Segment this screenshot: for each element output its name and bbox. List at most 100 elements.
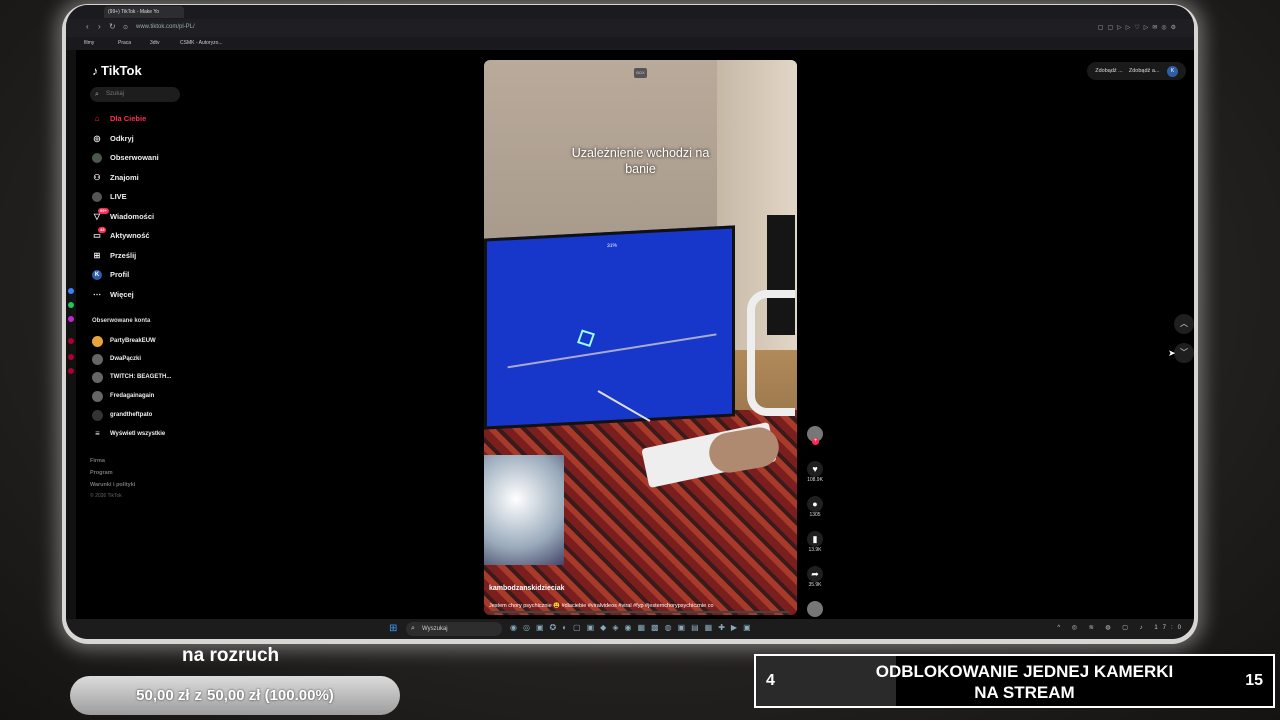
account-name: grandtheftpato [110,412,153,418]
messenger-icon[interactable] [68,288,74,294]
subgoal-banner: 4 ODBLOKOWANIE JEDNEJ KAMERKI NA STREAM … [754,654,1275,708]
menu-item-live[interactable]: LIVE [92,190,127,204]
menu-label: Obserwowani [110,153,159,162]
browser-tabbar: (99+) TikTok - Make Yo [66,5,1194,19]
caption-line: banie [625,162,656,176]
taskbar-search-placeholder: Wyszukaj [422,626,448,632]
heart-icon: ♥ [807,461,823,477]
share-count: 35.9K [808,582,822,588]
get-coins-button[interactable]: Zdobądź ... [1095,68,1123,74]
video-description: Jestem chory psychicznie 😩 #dlaciebie #v… [489,603,714,609]
search-icon: ⌕ [95,91,99,98]
menu-item-activity[interactable]: ▭ 43 Aktywność [92,227,150,243]
windows-start-icon[interactable]: ⊞ [389,624,397,634]
whatsapp-icon[interactable] [68,302,74,308]
previous-video-button[interactable]: ︿ [1174,314,1194,334]
account-name: PartyBreakEUW [110,338,156,344]
bookmark-item[interactable]: CSMK - Autoryzo... [180,40,223,46]
see-all-link[interactable]: ≡ Wyświetl wszystkie [92,429,165,439]
reload-icon[interactable]: ↻ [109,22,116,31]
follow-plus-icon[interactable]: + [812,438,819,445]
back-icon[interactable]: ‹ [86,22,89,31]
followed-account[interactable]: TWITCH: BEAGETH... [92,372,171,383]
menu-label: Dla Ciebie [110,114,147,123]
app-icon[interactable] [68,368,74,374]
save-button[interactable]: ▮ 13.9K [802,531,828,553]
menu-item-friends[interactable]: ⚇ Znajomi [92,171,138,185]
creator-avatar[interactable]: + [802,426,828,445]
tab-title: (99+) TikTok - Make Yo [108,9,159,15]
comment-button[interactable]: ● 1305 [802,496,828,518]
next-video-button[interactable]: ﹀ [1174,343,1194,363]
tiktok-page: ♪ TikTok ⌕ Szukaj ⌂ Dla Ciebie ◎ Odkryj Obse… [76,50,1194,619]
profile-icon: K [92,270,102,280]
app-icon[interactable] [68,354,74,360]
site-info-icon[interactable]: ⊙ [123,24,128,31]
goal-amount: 50,00 zł [136,687,190,704]
logo-text: TikTok [101,63,142,78]
app-icon[interactable] [68,338,74,344]
like-button[interactable]: ♥ 108.9K [802,461,828,483]
tv-cube [577,329,595,347]
url-field[interactable]: www.tiktok.com/pl-PL/ [136,24,195,30]
compass-icon: ◎ [93,134,101,143]
address-bar: ‹ › ↻ ⊙ www.tiktok.com/pl-PL/ ▢▢▷▷♡▷✉◎⚙ [66,19,1194,37]
subgoal-target: 15 [1245,672,1263,689]
bookmark-item[interactable]: 3dtv [150,40,159,46]
instagram-icon[interactable] [68,316,74,322]
tiktok-note-icon: ♪ [92,64,98,78]
browser-sidebar [66,50,76,639]
menu-item-following[interactable]: Obserwowani [92,151,159,165]
tiktok-logo[interactable]: ♪ TikTok [92,63,142,78]
subgoal-title: ODBLOKOWANIE JEDNEJ KAMERKI NA STREAM [816,661,1233,703]
list-icon: ≡ [95,429,100,438]
followed-account[interactable]: grandtheftpato [92,410,153,421]
menu-item-more[interactable]: ⋯ Więcej [92,288,134,302]
menu-item-explore[interactable]: ◎ Odkryj [92,132,134,146]
bookmark-item[interactable]: filmy [84,40,94,46]
followed-account[interactable]: Fredagainagain [92,391,155,402]
get-app-button[interactable]: Zdobądź a... [1129,68,1160,74]
footer-link[interactable]: Program [90,470,113,476]
video-headset [747,290,795,416]
footer-link[interactable]: Firma [90,458,105,464]
avatar: + [807,426,823,445]
video-player[interactable]: 31% BGX Uzależnienie wchodzi na banie ka… [484,60,797,615]
search-input[interactable]: ⌕ Szukaj [90,87,180,102]
forward-icon[interactable]: › [98,22,101,31]
share-button[interactable]: ➦ 35.9K [802,566,828,588]
sound-avatar [807,601,823,617]
donation-goal-label: na rozruch [182,645,280,666]
windows-taskbar: ⊞ ⌕ Wyszukaj ◉◎▣✪◐▢▣◆◈◉▦▩◍▣▤▦✚▶▣ ^ ◎ ≋ ◍ … [66,619,1194,639]
menu-label: Prześlij [110,251,137,260]
friends-icon: ⚇ [93,173,101,182]
avatar [92,372,103,383]
share-icon: ➦ [807,566,823,582]
video-username[interactable]: kambodzanskidzieciak [489,585,564,592]
video-progress[interactable] [489,611,789,613]
user-avatar[interactable]: K [1167,66,1178,77]
goal-target: 50,00 zł [207,687,261,704]
browser-tab[interactable]: (99+) TikTok - Make Yo [104,6,184,18]
avatar [92,391,103,402]
system-tray[interactable]: ^ ◎ ≋ ◍ ▢ ♪ 17:0 [1057,624,1186,631]
bookmark-item[interactable]: Praca [118,40,131,46]
account-name: DwaPączki [110,356,142,362]
avatar [92,354,103,365]
followed-account[interactable]: PartyBreakEUW [92,336,156,347]
account-name: Fredagainagain [110,393,155,399]
sound-disc[interactable] [802,601,828,617]
menu-item-upload[interactable]: ⊞ Prześlij [92,249,137,263]
taskbar-app-icons[interactable]: ◉◎▣✪◐▢▣◆◈◉▦▩◍▣▤▦✚▶▣ [510,623,757,632]
footer-link[interactable]: Warunki i polityki [90,482,135,488]
extension-icons[interactable]: ▢▢▷▷♡▷✉◎⚙ [1098,24,1180,31]
goal-percent: (100.00%) [264,687,334,704]
donation-goal-bar: 50,00 zł z 50,00 zł (100.00%) [70,676,400,715]
taskbar-search[interactable]: ⌕ Wyszukaj [406,622,502,636]
avatar [92,410,103,421]
menu-label: Odkryj [110,134,134,143]
menu-item-for-you[interactable]: ⌂ Dla Ciebie [92,112,147,126]
menu-item-profile[interactable]: K Profil [92,268,129,282]
menu-item-messages[interactable]: ▽ 99+ Wiadomości [92,208,154,224]
followed-account[interactable]: DwaPączki [92,354,142,365]
